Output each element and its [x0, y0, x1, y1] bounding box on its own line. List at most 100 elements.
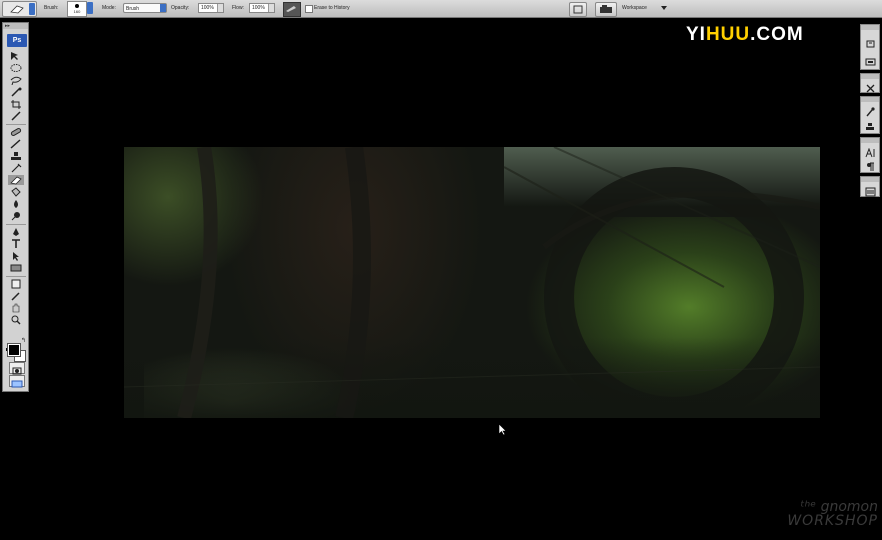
- site-watermark-highlight: HUU: [705, 24, 751, 45]
- clone-source-icon[interactable]: [865, 119, 876, 130]
- tools-panel: ▸▸ Ps ↰: [2, 22, 29, 392]
- drop-icon: [14, 200, 18, 208]
- paint-bucket-icon: [11, 187, 21, 197]
- brush-tip-icon: [75, 4, 79, 8]
- options-bar: Brush: 160 Mode: Brush Opacity: 100% Flo…: [0, 0, 882, 18]
- brush-label: Brush:: [44, 5, 59, 11]
- healing-brush-tool[interactable]: [8, 127, 24, 137]
- lasso-tool[interactable]: [8, 75, 24, 85]
- eraser-icon: [10, 5, 24, 14]
- eyedropper-tool[interactable]: [8, 291, 24, 301]
- photoshop-logo[interactable]: Ps: [7, 34, 27, 47]
- move-icon: [11, 52, 18, 60]
- tool-presets-icon[interactable]: [865, 81, 876, 93]
- actions-icon[interactable]: [865, 54, 876, 66]
- paragraph-icon[interactable]: [865, 159, 876, 171]
- rectangle-icon: [10, 264, 22, 272]
- magic-wand-tool[interactable]: [8, 87, 24, 97]
- airbrush-toggle[interactable]: [283, 2, 301, 17]
- bridge-icon: [600, 5, 612, 13]
- character-icon[interactable]: [865, 145, 876, 158]
- triangle-down-icon: [661, 6, 667, 10]
- magic-wand-icon: [11, 87, 22, 97]
- layer-comps-icon[interactable]: [865, 184, 876, 197]
- dock-grip[interactable]: [861, 74, 879, 79]
- clone-stamp-tool[interactable]: [8, 151, 24, 161]
- hand-icon: [12, 303, 20, 313]
- notes-tool[interactable]: [8, 279, 24, 289]
- dodge-icon: [11, 212, 20, 221]
- brand-watermark-line1: ᵗʰᵉ gnomon: [800, 499, 878, 515]
- flow-slider-arrow[interactable]: [268, 4, 274, 12]
- brushes-icon[interactable]: [865, 104, 876, 117]
- default-colors-icon[interactable]: [6, 339, 11, 351]
- opacity-field[interactable]: 100%: [198, 3, 224, 13]
- brush-icon: [10, 139, 21, 149]
- screen-mode-button[interactable]: [9, 375, 25, 388]
- type-tool[interactable]: [8, 239, 24, 249]
- go-to-bridge-button[interactable]: [595, 2, 617, 17]
- pen-tool[interactable]: [8, 227, 24, 237]
- mode-value: Brush: [126, 6, 140, 12]
- dock-group-2: [860, 73, 880, 93]
- airbrush-icon: [286, 6, 296, 12]
- bandage-icon: [10, 128, 22, 136]
- erase-to-history-checkbox[interactable]: [305, 5, 313, 13]
- site-watermark-prefix: YI: [686, 24, 706, 45]
- brand-watermark-line2: WORKSHOP: [787, 513, 878, 529]
- move-tool[interactable]: [8, 51, 24, 61]
- dock-grip[interactable]: [861, 138, 879, 143]
- workspace-menu[interactable]: Workspace: [622, 3, 678, 13]
- dock-grip[interactable]: [861, 97, 879, 102]
- quick-mask-button[interactable]: [9, 362, 25, 375]
- chevron-down-icon: [160, 4, 166, 12]
- paint-bucket-tool[interactable]: [8, 187, 24, 197]
- flow-field[interactable]: 100%: [249, 3, 275, 13]
- site-watermark-suffix: .COM: [750, 24, 804, 45]
- slice-icon: [11, 111, 21, 121]
- elliptical-marquee-icon: [10, 64, 22, 72]
- brush-preset-picker[interactable]: 160: [67, 1, 87, 17]
- pen-icon: [13, 228, 19, 236]
- zoom-tool[interactable]: [8, 315, 24, 325]
- magnifier-icon: [11, 315, 21, 325]
- dock-grip[interactable]: [861, 177, 879, 182]
- history-brush-icon: [11, 163, 22, 173]
- history-icon[interactable]: [865, 36, 876, 48]
- opacity-value: 100%: [201, 5, 214, 11]
- marquee-tool[interactable]: [8, 63, 24, 73]
- lasso-icon: [10, 76, 22, 85]
- palette-well-button[interactable]: [569, 2, 587, 17]
- tool-preset-picker[interactable]: [2, 1, 37, 17]
- eyedropper-icon: [11, 292, 20, 301]
- brush-tool[interactable]: [8, 139, 24, 149]
- dock-grip[interactable]: [861, 25, 879, 30]
- flow-label: Flow:: [232, 5, 244, 11]
- slice-tool[interactable]: [8, 111, 24, 121]
- path-selection-tool[interactable]: [8, 251, 24, 261]
- dock-group-3: [860, 96, 880, 134]
- opacity-slider-arrow[interactable]: [217, 4, 223, 12]
- note-icon: [11, 279, 21, 289]
- brush-dropdown-arrow[interactable]: [87, 2, 93, 14]
- dock-group-5: [860, 176, 880, 197]
- crop-tool[interactable]: [8, 99, 24, 109]
- history-brush-tool[interactable]: [8, 163, 24, 173]
- brush-size: 160: [73, 9, 81, 14]
- flow-value: 100%: [252, 5, 265, 11]
- workspace-label: Workspace: [622, 5, 647, 11]
- hand-tool[interactable]: [8, 303, 24, 313]
- screen-mode-icon: [11, 380, 23, 388]
- blur-tool[interactable]: [8, 199, 24, 209]
- rectangle-tool[interactable]: [8, 263, 24, 273]
- dodge-tool[interactable]: [8, 211, 24, 221]
- arrow-pointer-icon: [13, 252, 19, 261]
- eraser-tool[interactable]: [8, 175, 24, 185]
- swap-colors-icon[interactable]: ↰: [21, 337, 26, 344]
- stamp-icon: [11, 152, 21, 160]
- mode-select[interactable]: Brush: [123, 3, 167, 13]
- document-canvas[interactable]: [124, 147, 820, 418]
- tools-panel-grip[interactable]: ▸▸: [3, 23, 28, 29]
- forest-painting: [124, 147, 820, 418]
- foreground-color-swatch[interactable]: [7, 343, 21, 357]
